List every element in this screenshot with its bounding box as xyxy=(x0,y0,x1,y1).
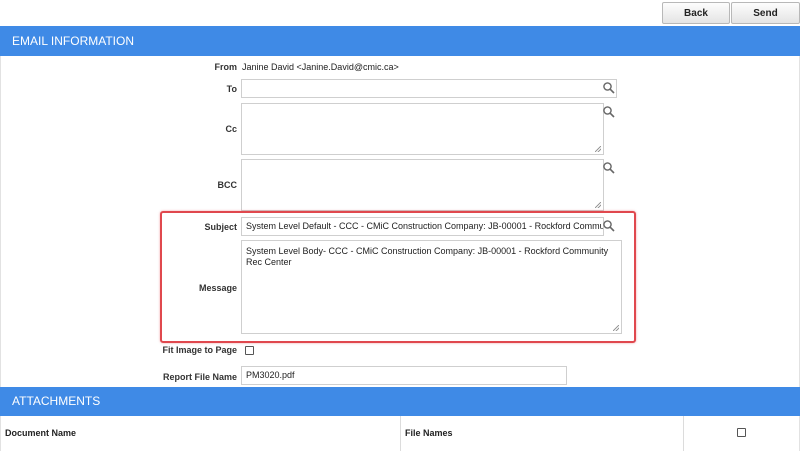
cc-input[interactable] xyxy=(241,103,604,155)
attachments-table-header: Document Name File Names xyxy=(0,416,800,451)
from-value: Janine David <Janine.David@cmic.ca> xyxy=(242,62,399,72)
resize-grip-icon[interactable] xyxy=(595,146,601,152)
search-icon[interactable] xyxy=(602,161,618,177)
file-names-column-header[interactable]: File Names xyxy=(401,416,453,451)
column-divider xyxy=(683,416,684,451)
resize-grip-icon[interactable] xyxy=(613,325,619,331)
message-value: System Level Body- CCC - CMiC Constructi… xyxy=(246,246,609,267)
back-button[interactable]: Back xyxy=(662,2,730,24)
send-button[interactable]: Send xyxy=(731,2,800,24)
search-icon[interactable] xyxy=(602,105,618,121)
top-toolbar: Back Send xyxy=(0,0,800,26)
fit-image-checkbox[interactable] xyxy=(245,346,254,355)
message-textarea[interactable]: System Level Body- CCC - CMiC Constructi… xyxy=(241,240,622,334)
bcc-input[interactable] xyxy=(241,159,604,211)
report-file-label: Report File Name xyxy=(162,372,237,382)
document-name-column-header[interactable]: Document Name xyxy=(1,416,76,451)
attachments-header: ATTACHMENTS xyxy=(0,387,800,416)
message-label: Message xyxy=(198,283,237,293)
cc-label: Cc xyxy=(225,124,237,134)
email-form: From Janine David <Janine.David@cmic.ca>… xyxy=(0,56,800,387)
search-icon[interactable] xyxy=(602,219,618,235)
fit-image-label: Fit Image to Page xyxy=(162,345,237,355)
subject-label: Subject xyxy=(204,222,237,232)
to-label: To xyxy=(226,84,237,94)
to-input[interactable] xyxy=(241,79,617,98)
select-all-checkbox[interactable] xyxy=(737,428,746,437)
from-label: From xyxy=(214,62,238,72)
subject-input[interactable]: System Level Default - CCC - CMiC Constr… xyxy=(241,217,604,236)
search-icon[interactable] xyxy=(602,81,618,97)
report-file-input[interactable]: PM3020.pdf xyxy=(241,366,567,385)
resize-grip-icon[interactable] xyxy=(595,202,601,208)
bcc-label: BCC xyxy=(217,180,238,190)
email-information-header: EMAIL INFORMATION xyxy=(0,26,800,56)
